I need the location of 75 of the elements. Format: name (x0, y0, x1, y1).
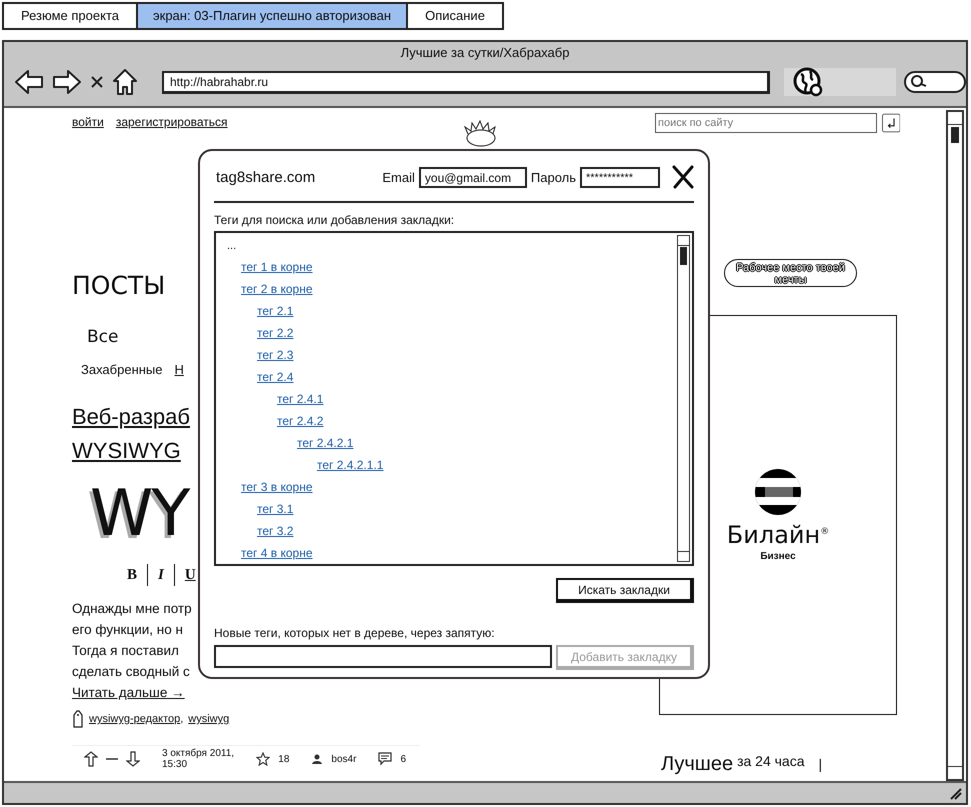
tags-input[interactable] (214, 645, 552, 668)
scrollbar[interactable] (946, 110, 964, 781)
tag-link[interactable]: тег 2.4.2.1.1 (317, 458, 384, 472)
field-label: Email (382, 170, 415, 184)
logo-text: WY (89, 478, 188, 550)
ad-button[interactable]: Рабочее место твоей мечты (724, 259, 857, 287)
search-field[interactable]: поиск по сайту (655, 113, 876, 133)
tag-link[interactable]: тег 2.4 (257, 370, 294, 384)
tag-link[interactable]: тег 2.4.2 (277, 414, 324, 428)
period-tab[interactable]: за 24 часа (737, 753, 804, 769)
search-button[interactable]: Искать закладки (556, 578, 694, 603)
tag-link[interactable]: wysiwyg (188, 713, 230, 725)
tab[interactable]: экран: 03-Плагин успешно авторизован (138, 4, 408, 28)
user-icon[interactable] (311, 753, 324, 765)
post-date: 3 октября 2011, 15:30 (162, 748, 234, 770)
post-text: его функции, но н (72, 621, 183, 639)
comment-icon[interactable] (378, 752, 392, 766)
favorites-count: 18 (278, 754, 290, 764)
tag-link[interactable]: тег 3.1 (257, 502, 294, 516)
globe-icon[interactable] (792, 66, 824, 98)
address-field[interactable]: http://habrahabr.ru (162, 70, 770, 94)
comments-count: 6 (400, 754, 406, 764)
tag-link[interactable]: тег 2.4.1 (277, 392, 324, 406)
tag-link[interactable]: wysiwyg-редактор (89, 713, 180, 725)
tag-link[interactable]: тег 3.2 (257, 524, 294, 538)
link[interactable]: зарегистрироваться (116, 114, 228, 130)
post-text: Тогда я поставил (72, 642, 179, 660)
brand-name: Билайн$^{®}$ (726, 520, 830, 548)
close-icon[interactable] (672, 165, 694, 189)
tag-link[interactable]: тег 2.4.2.1 (297, 436, 354, 450)
post-title-link[interactable]: WYSIWYG (72, 434, 181, 468)
tag-icon (72, 710, 84, 728)
bold-button[interactable]: B (117, 564, 148, 586)
home-icon[interactable] (112, 68, 138, 96)
password-field[interactable]: *********** (580, 166, 660, 188)
post-text: сделать сводный с (72, 663, 190, 681)
forward-arrow-icon[interactable] (52, 69, 82, 95)
enter-button[interactable] (882, 113, 900, 133)
scrollbar[interactable] (677, 235, 690, 562)
email-field[interactable]: you@gmail.com (418, 166, 527, 188)
search-icon[interactable] (904, 70, 966, 94)
down-arrow-icon[interactable] (126, 751, 140, 767)
filter-tab[interactable]: Все (87, 327, 118, 347)
star-icon[interactable] (256, 752, 270, 766)
back-arrow-icon[interactable] (14, 69, 44, 95)
minus-icon (106, 758, 118, 760)
tag-link[interactable]: тег 3 в корне (241, 480, 312, 494)
filter-link[interactable]: Н (174, 362, 184, 376)
link[interactable]: войти (72, 114, 104, 130)
section-heading: ПОСТЫ (72, 270, 166, 302)
field-label: Новые теги, которых нет в дереве, через запятую: (214, 625, 496, 641)
field-label: Пароль (530, 170, 576, 184)
ellipsis-text: ... (227, 240, 236, 252)
post-text: Однажды мне потр (72, 600, 192, 618)
text-fragment: | (818, 755, 822, 774)
tree-label: Теги для поиска или добавления закладки: (214, 212, 456, 228)
brand-subtitle: Бизнес (760, 550, 796, 562)
author-link[interactable]: bos4r (331, 754, 356, 764)
tag-link[interactable]: тег 2 в корне (241, 282, 312, 296)
post-title-link[interactable]: Веб-разраб (72, 400, 190, 434)
tag-link[interactable]: тег 1 в корне (241, 260, 312, 274)
window-title: Лучшие за сутки/Хабрахабр (400, 44, 570, 62)
tag-link[interactable]: тег 2.3 (257, 348, 294, 362)
site-title: tag8share.com (216, 168, 316, 186)
filter-tab[interactable]: Захабренные (81, 362, 163, 376)
tag-link[interactable]: тег 2.2 (257, 326, 294, 340)
resize-grip-icon[interactable] (948, 786, 962, 800)
close-icon[interactable] (90, 75, 104, 89)
section-heading: Лучшее (661, 753, 734, 775)
italic-button[interactable]: I (148, 564, 175, 586)
separator-text: , (180, 713, 184, 725)
read-more-link[interactable]: Читать дальше → (72, 682, 185, 703)
tag-link[interactable]: тег 2.1 (257, 304, 294, 318)
up-arrow-icon[interactable] (84, 751, 98, 767)
tag-link[interactable]: тег 4 в корне (241, 546, 312, 560)
